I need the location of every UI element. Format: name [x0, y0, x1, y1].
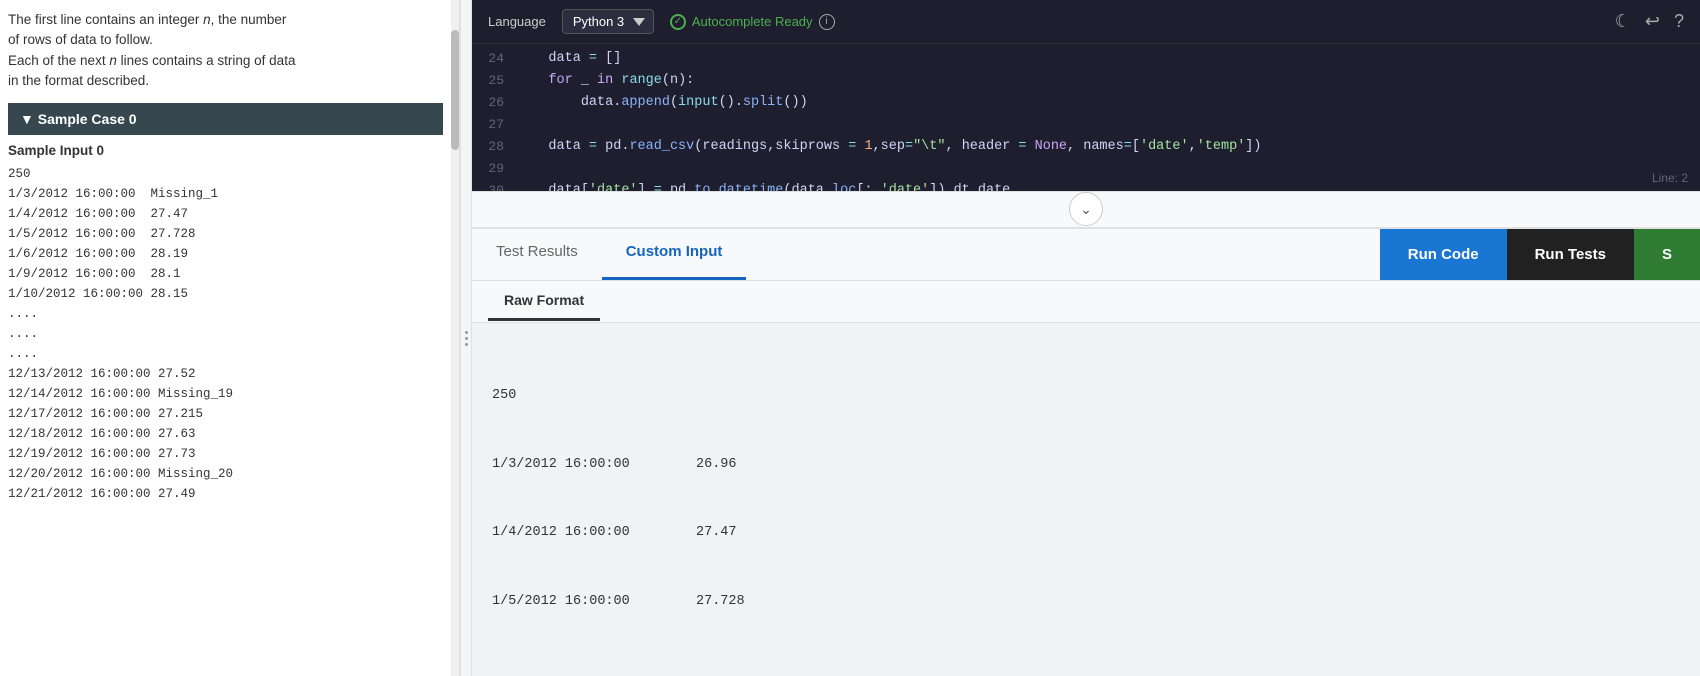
line-content-24: data = []: [516, 48, 1700, 70]
line-num-24: 24: [472, 48, 516, 70]
resize-dot-2: [465, 337, 468, 340]
data-cell-2-1: 27.47: [696, 522, 756, 545]
left-scrollbar-thumb[interactable]: [451, 30, 459, 150]
tabs-spacer: [746, 229, 1379, 280]
desc-italic-n2: n: [109, 53, 117, 68]
line-content-26: data.append(input().split()): [516, 92, 1700, 114]
help-icon[interactable]: ?: [1674, 11, 1684, 32]
sample-case-header[interactable]: ▼ Sample Case 0: [8, 103, 443, 135]
desc-text-3: Each of the next: [8, 53, 109, 68]
data-row-3: 1/5/2012 16:00:00 27.728: [492, 591, 1680, 614]
autocomplete-check-icon: ✓: [670, 14, 686, 30]
data-cell-1-0: 1/3/2012 16:00:00: [492, 454, 672, 477]
resize-dot-3: [465, 343, 468, 346]
line-num-28: 28: [472, 136, 516, 158]
resize-dot-1: [465, 331, 468, 334]
language-select[interactable]: Python 3 C++ Java: [562, 9, 654, 34]
left-scrollbar[interactable]: [451, 0, 459, 676]
line-content-25: for _ in range(n):: [516, 70, 1700, 92]
bottom-content: 250 1/3/2012 16:00:00 26.96 1/4/2012 16:…: [472, 323, 1700, 676]
sample-data: 250 1/3/2012 16:00:00 Missing_1 1/4/2012…: [8, 164, 443, 504]
collapse-row: ⌄: [472, 191, 1700, 227]
chevron-down-icon: ⌄: [1080, 201, 1092, 218]
data-table: 250 1/3/2012 16:00:00 26.96 1/4/2012 16:…: [492, 339, 1680, 660]
sample-case-label: ▼ Sample Case 0: [20, 111, 137, 127]
code-line-25: 25 for _ in range(n):: [472, 70, 1700, 92]
data-cell-0-1: [696, 385, 756, 408]
line-num-30: 30: [472, 180, 516, 191]
code-line-24: 24 data = []: [472, 48, 1700, 70]
data-cell-1-1: 26.96: [696, 454, 756, 477]
run-tests-button[interactable]: Run Tests: [1507, 229, 1634, 280]
right-panel: Language Python 3 C++ Java ✓ Autocomplet…: [472, 0, 1700, 676]
autocomplete-text: Autocomplete Ready: [692, 14, 813, 29]
undo-icon[interactable]: ↩: [1645, 11, 1660, 32]
desc-text-1: The first line contains an integer: [8, 12, 203, 27]
code-line-30: 30 data['date'] = pd.to_datetime(data.lo…: [472, 180, 1700, 191]
data-cell-3-0: 1/5/2012 16:00:00: [492, 591, 672, 614]
data-row-2: 1/4/2012 16:00:00 27.47: [492, 522, 1680, 545]
line-indicator: Line: 2: [1652, 171, 1688, 185]
data-row-0: 250: [492, 385, 1680, 408]
problem-description: The first line contains an integer n, th…: [8, 10, 443, 91]
desc-text-2: of rows of data to follow.: [8, 32, 153, 47]
collapse-button[interactable]: ⌄: [1069, 192, 1103, 226]
sample-input-label: Sample Input 0: [8, 143, 443, 158]
resize-handle[interactable]: [460, 0, 472, 676]
data-cell-0-0: 250: [492, 385, 672, 408]
sub-tab-raw-format[interactable]: Raw Format: [488, 282, 600, 321]
tab-custom-input[interactable]: Custom Input: [602, 229, 747, 280]
data-cell-2-0: 1/4/2012 16:00:00: [492, 522, 672, 545]
desc-text-4: in the format described.: [8, 73, 149, 88]
language-label: Language: [488, 14, 546, 29]
sub-tabs-row: Raw Format: [472, 281, 1700, 323]
line-content-30: data['date'] = pd.to_datetime(data.loc[:…: [516, 180, 1700, 191]
tab-test-results[interactable]: Test Results: [472, 229, 602, 280]
header-icons: ☾ ↩ ?: [1615, 11, 1684, 32]
data-row-1: 1/3/2012 16:00:00 26.96: [492, 454, 1680, 477]
desc-text-1b: , the number: [211, 12, 287, 27]
problem-description-area: The first line contains an integer n, th…: [0, 0, 459, 676]
left-panel: The first line contains an integer n, th…: [0, 0, 460, 676]
moon-icon[interactable]: ☾: [1615, 11, 1631, 32]
code-line-26: 26 data.append(input().split()): [472, 92, 1700, 114]
line-content-28: data = pd.read_csv(readings,skiprows = 1…: [516, 136, 1700, 158]
code-line-27: 27: [472, 114, 1700, 136]
code-editor[interactable]: 24 data = [] 25 for _ in range(n): 26 da…: [472, 44, 1700, 191]
autocomplete-info-icon[interactable]: i: [819, 14, 835, 30]
code-line-28: 28 data = pd.read_csv(readings,skiprows …: [472, 136, 1700, 158]
line-num-27: 27: [472, 114, 516, 136]
code-area[interactable]: 24 data = [] 25 for _ in range(n): 26 da…: [472, 44, 1700, 191]
editor-header: Language Python 3 C++ Java ✓ Autocomplet…: [472, 0, 1700, 44]
desc-text-3b: lines contains a string of data: [117, 53, 296, 68]
bottom-panel: Test Results Custom Input Run Code Run T…: [472, 227, 1700, 676]
code-line-29: 29: [472, 158, 1700, 180]
tabs-row: Test Results Custom Input Run Code Run T…: [472, 229, 1700, 281]
data-cell-3-1: 27.728: [696, 591, 756, 614]
line-num-26: 26: [472, 92, 516, 114]
line-num-29: 29: [472, 158, 516, 180]
run-code-button[interactable]: Run Code: [1380, 229, 1507, 280]
desc-italic-n1: n: [203, 12, 211, 27]
submit-button[interactable]: S: [1634, 229, 1700, 280]
autocomplete-badge: ✓ Autocomplete Ready i: [670, 14, 835, 30]
line-num-25: 25: [472, 70, 516, 92]
